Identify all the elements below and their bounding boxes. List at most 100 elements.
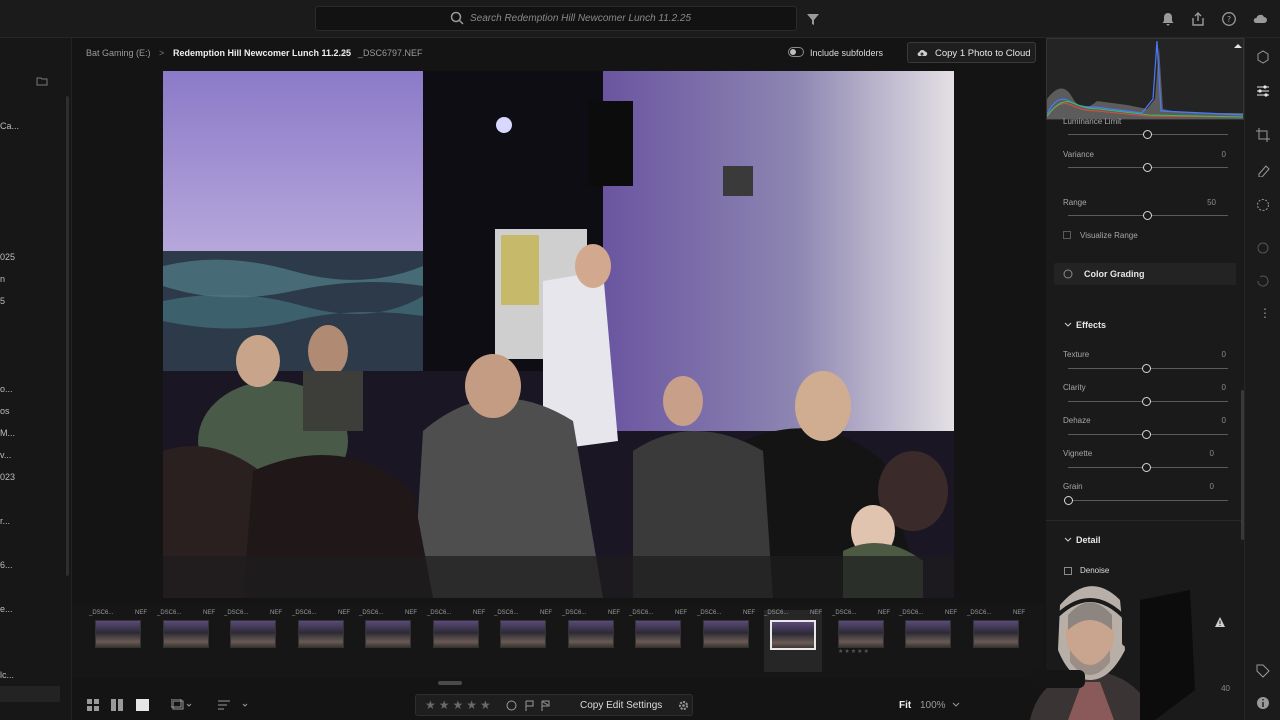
cloud-status-icon[interactable] bbox=[1252, 11, 1268, 27]
left-panel-item[interactable]: M... bbox=[0, 428, 15, 438]
filmstrip-thumb[interactable]: _DSC6... NEF bbox=[697, 610, 755, 648]
filmstrip-thumb[interactable]: _DSC6... NEF bbox=[494, 610, 552, 648]
detail-view-icon[interactable] bbox=[136, 699, 149, 711]
slider-label: Luminance Limit bbox=[1063, 117, 1122, 126]
filmstrip-thumb[interactable]: _DSC6... NEF bbox=[157, 610, 215, 648]
grain-slider-track[interactable] bbox=[1068, 500, 1228, 501]
left-panel-item[interactable]: 023 bbox=[0, 472, 15, 482]
clipping-warning-icon[interactable] bbox=[1234, 41, 1242, 49]
square-grid-icon[interactable] bbox=[111, 699, 123, 711]
vignette-slider-knob[interactable] bbox=[1142, 463, 1151, 472]
filmstrip-thumb[interactable]: _DSC6... NEF bbox=[359, 610, 417, 648]
texture-slider-knob[interactable] bbox=[1142, 364, 1151, 373]
detail-value[interactable]: 40 bbox=[1221, 684, 1230, 693]
left-panel-item[interactable]: n bbox=[0, 274, 5, 284]
slider-value[interactable]: 0 bbox=[1222, 150, 1226, 159]
share-icon[interactable] bbox=[1190, 11, 1206, 27]
dehaze-slider-knob[interactable] bbox=[1142, 430, 1151, 439]
settings-gear-icon[interactable] bbox=[678, 700, 689, 711]
search-placeholder: Search Redemption Hill Newcomer Lunch 11… bbox=[470, 13, 692, 24]
stack-view-icon[interactable] bbox=[171, 699, 193, 711]
left-panel-item[interactable]: 5 bbox=[0, 296, 5, 306]
effect-value[interactable]: 0 bbox=[1210, 482, 1214, 491]
filmstrip-thumb[interactable]: _DSC6... NEF bbox=[292, 610, 350, 648]
info-icon[interactable] bbox=[1256, 696, 1270, 710]
help-icon[interactable]: ? bbox=[1221, 11, 1237, 27]
reject-flag-icon[interactable] bbox=[540, 700, 551, 711]
more-options-icon[interactable]: ⋮ bbox=[1259, 306, 1271, 320]
warning-icon[interactable] bbox=[1214, 616, 1226, 628]
filter-icon[interactable] bbox=[805, 11, 821, 27]
filmstrip-thumb[interactable]: _DSC6... NEF bbox=[427, 610, 485, 648]
filmstrip-scrollbar[interactable] bbox=[438, 681, 462, 685]
zoom-level[interactable]: 100% bbox=[920, 700, 946, 711]
effect-label: Clarity bbox=[1063, 383, 1086, 392]
effect-value[interactable]: 0 bbox=[1222, 350, 1226, 359]
circle-icon[interactable] bbox=[506, 700, 517, 711]
luminance-slider-knob[interactable] bbox=[1143, 130, 1152, 139]
left-panel-item[interactable]: lc... bbox=[0, 670, 14, 680]
thumb-image bbox=[298, 620, 344, 648]
crop-icon[interactable] bbox=[1256, 128, 1270, 142]
effect-value[interactable]: 0 bbox=[1222, 416, 1226, 425]
breadcrumb-album[interactable]: Redemption Hill Newcomer Lunch 11.2.25 bbox=[173, 48, 351, 58]
left-panel-item[interactable]: Ca... bbox=[0, 121, 19, 131]
breadcrumb-drive[interactable]: Bat Gaming (E:) bbox=[86, 48, 151, 58]
grain-slider-knob[interactable] bbox=[1064, 496, 1073, 505]
breadcrumb-file: _DSC6797.NEF bbox=[358, 48, 423, 58]
left-panel-item[interactable]: os bbox=[0, 406, 10, 416]
chevron-down-icon[interactable] bbox=[952, 702, 960, 708]
filmstrip-thumb[interactable]: _DSC6... NEF bbox=[224, 610, 282, 648]
zoom-fit-button[interactable]: Fit bbox=[899, 700, 911, 711]
filmstrip-thumb[interactable]: _DSC6... NEF bbox=[899, 610, 957, 648]
pick-flag-icon[interactable] bbox=[524, 700, 535, 711]
effect-value[interactable]: 0 bbox=[1210, 449, 1214, 458]
filmstrip-thumb[interactable]: _DSC6... NEF ★★★★★ bbox=[832, 610, 890, 655]
thumb-image bbox=[635, 620, 681, 648]
slider-value[interactable]: 50 bbox=[1207, 198, 1216, 207]
range-slider-knob[interactable] bbox=[1143, 211, 1152, 220]
left-panel-item[interactable]: o... bbox=[0, 384, 13, 394]
left-panel-item[interactable]: v... bbox=[0, 450, 11, 460]
filmstrip: _DSC6... NEF _DSC6... NEF _DSC6... NEF _DSC… bbox=[72, 604, 1044, 685]
notification-bell-icon[interactable] bbox=[1160, 11, 1176, 27]
redeye-icon[interactable] bbox=[1256, 241, 1270, 255]
effects-section-header[interactable]: Effects bbox=[1054, 315, 1236, 337]
visualize-range-checkbox[interactable] bbox=[1063, 231, 1071, 239]
versions-icon[interactable] bbox=[1256, 274, 1270, 288]
edit-sliders-icon[interactable] bbox=[1256, 84, 1270, 98]
presets-icon[interactable] bbox=[1256, 50, 1270, 64]
tag-icon[interactable] bbox=[1256, 664, 1270, 678]
left-panel-item[interactable]: r... bbox=[0, 516, 10, 526]
breadcrumb-separator: > bbox=[159, 48, 165, 58]
filmstrip-thumb[interactable]: _DSC6... NEF bbox=[562, 610, 620, 648]
left-panel-item[interactable]: 6... bbox=[0, 560, 13, 570]
detail-section-header[interactable]: Detail bbox=[1054, 530, 1236, 552]
effect-value[interactable]: 0 bbox=[1222, 383, 1226, 392]
clarity-slider-knob[interactable] bbox=[1142, 397, 1151, 406]
copy-edit-settings-button[interactable]: Copy Edit Settings bbox=[580, 700, 662, 711]
sort-icon[interactable] bbox=[218, 699, 248, 711]
healing-eraser-icon[interactable] bbox=[1256, 163, 1270, 177]
copy-to-cloud-button[interactable]: Copy 1 Photo to Cloud bbox=[907, 42, 1036, 63]
left-panel-item[interactable]: e... bbox=[0, 604, 13, 614]
color-grading-section-header[interactable]: Color Grading bbox=[1054, 263, 1236, 285]
star-rating[interactable]: ★★★★★ bbox=[425, 698, 494, 712]
thumb-image bbox=[230, 620, 276, 648]
filmstrip-thumb-selected[interactable]: _DSC6... NEF bbox=[764, 610, 822, 672]
search-input[interactable]: Search Redemption Hill Newcomer Lunch 11… bbox=[315, 6, 797, 31]
left-panel-item[interactable]: 025 bbox=[0, 252, 15, 262]
grid-view-icon[interactable] bbox=[87, 699, 99, 711]
effect-label: Grain bbox=[1063, 482, 1083, 491]
left-panel-selected-row[interactable] bbox=[0, 686, 60, 702]
left-panel-scrollbar[interactable] bbox=[66, 96, 69, 576]
filmstrip-thumb[interactable]: _DSC6... NEF bbox=[629, 610, 687, 648]
rating-flag-toolbar: ★★★★★ Copy Edit Settings bbox=[415, 694, 693, 716]
filmstrip-thumb[interactable]: _DSC6... NEF bbox=[89, 610, 147, 648]
thumb-rating-stars[interactable]: ★★★★★ bbox=[838, 648, 890, 655]
main-photo[interactable] bbox=[163, 71, 954, 598]
masking-icon[interactable] bbox=[1256, 198, 1270, 212]
variance-slider-knob[interactable] bbox=[1143, 163, 1152, 172]
add-folder-icon[interactable] bbox=[36, 75, 48, 87]
include-subfolders-toggle[interactable] bbox=[788, 47, 804, 57]
